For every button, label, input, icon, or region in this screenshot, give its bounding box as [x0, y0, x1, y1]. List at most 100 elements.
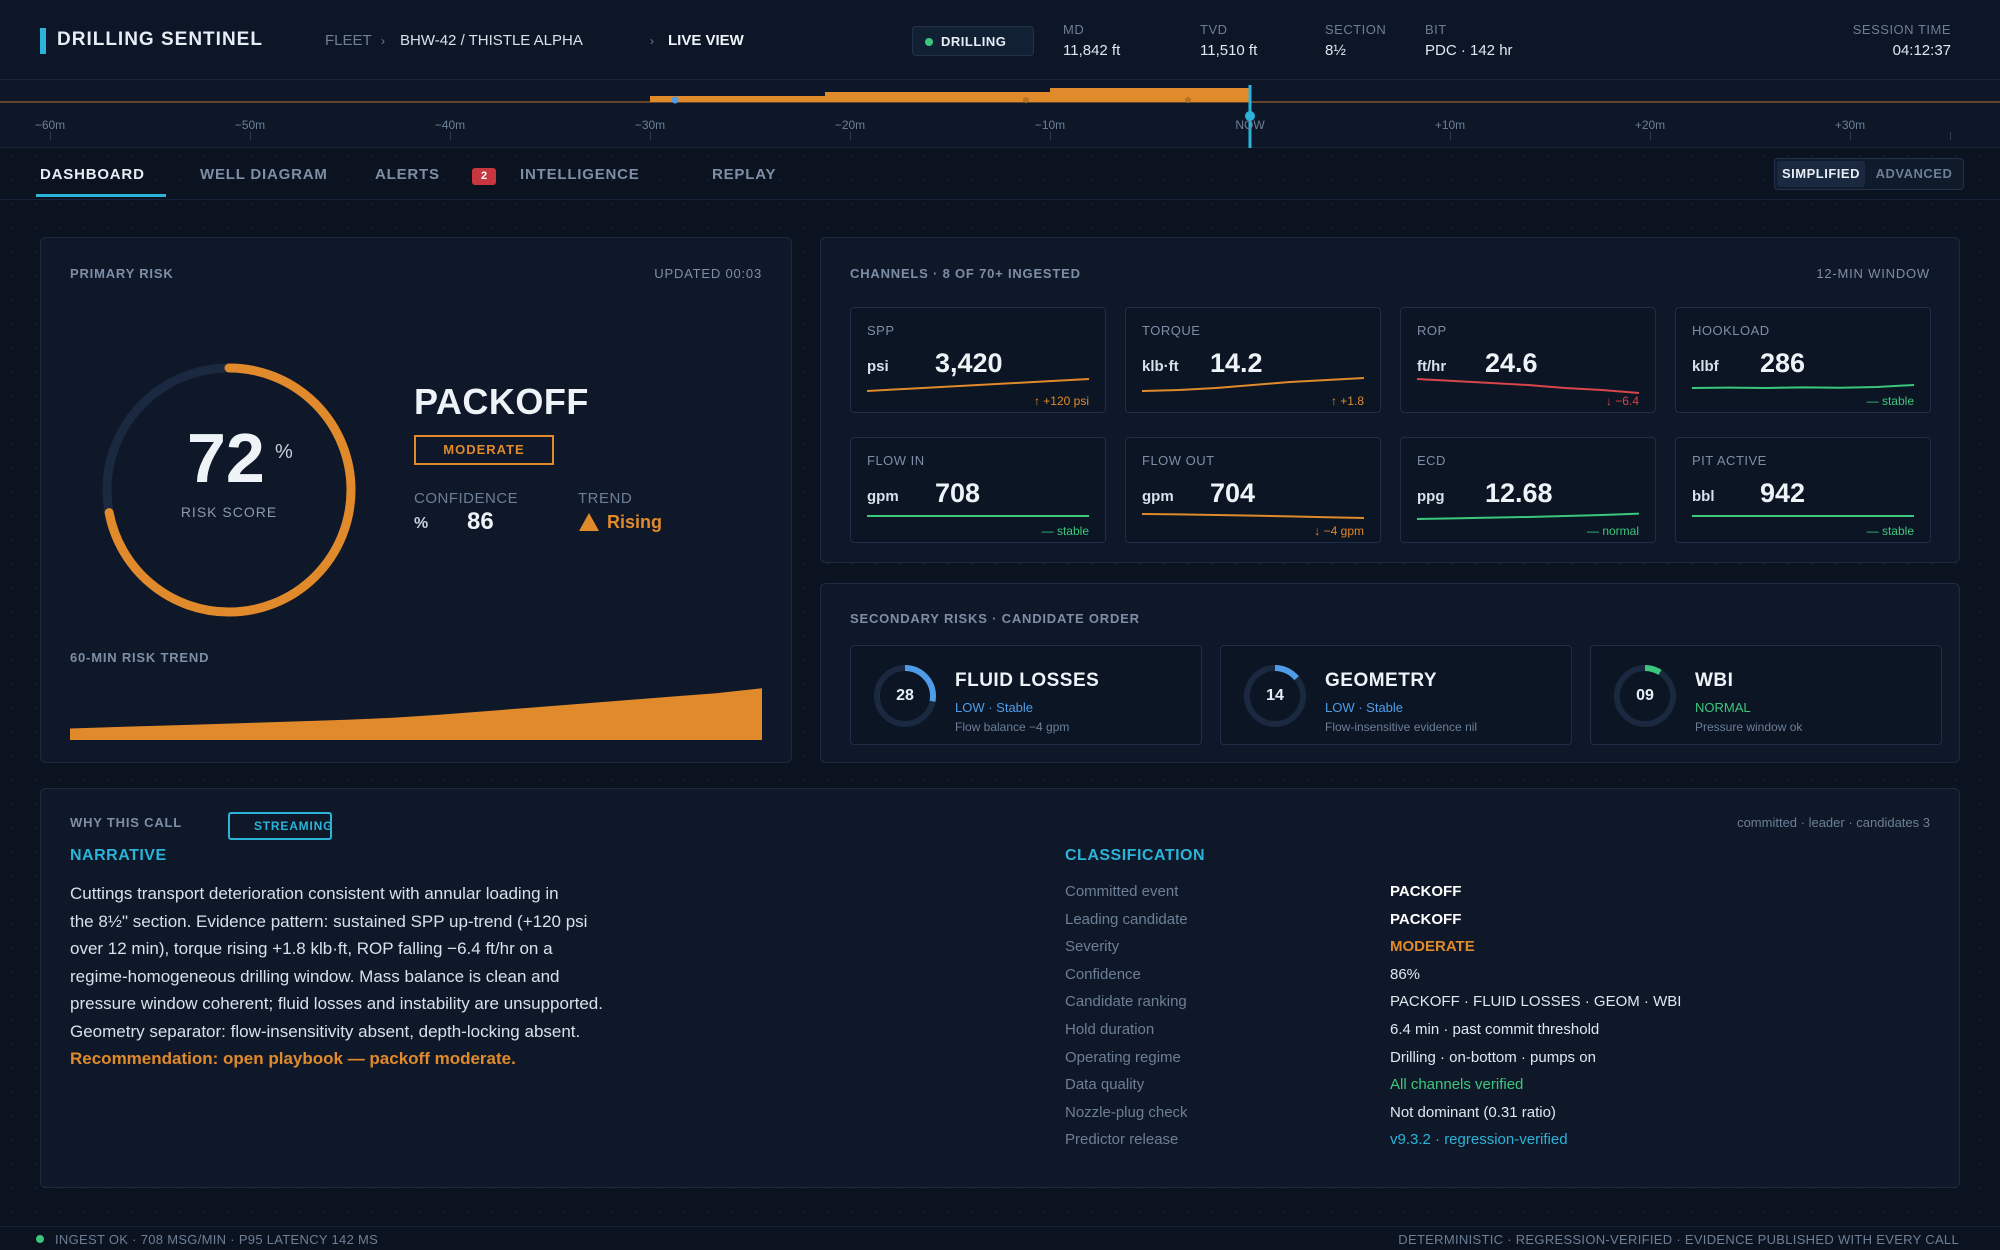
channel-card-ecd[interactable]: ECD ppg 12.68— normal: [1400, 437, 1656, 543]
streaming-text: STREAMING: [254, 819, 334, 833]
timeline-svg: [0, 85, 2000, 148]
classification-key: Nozzle-plug check: [1065, 1103, 1188, 1121]
recommendation-link[interactable]: Recommendation: open playbook — packoff …: [70, 1045, 670, 1073]
channel-card-torque[interactable]: TORQUE klb·ft 14.2 ↑ +1.8: [1125, 307, 1381, 413]
timeline-tick-label: −30m: [634, 118, 666, 132]
channel-sparkline: [867, 515, 1089, 517]
channel-unit: ft/hr: [1417, 358, 1447, 375]
classification-key: Hold duration: [1065, 1021, 1155, 1038]
channel-card-flow-in[interactable]: FLOW IN gpm 708— stable: [850, 437, 1106, 543]
timeline-tick: [850, 132, 851, 140]
channel-name: FLOW OUT: [1142, 453, 1215, 468]
timeline-event-marker[interactable]: [1023, 97, 1029, 103]
channel-sparkline: [867, 378, 1089, 392]
classification-value: PACKOFF: [1390, 910, 1462, 928]
timeline-event-marker[interactable]: [1185, 97, 1191, 103]
channels-window: 12-MIN WINDOW: [1816, 266, 1930, 281]
metric-label: MD: [1063, 22, 1085, 37]
sparkline-line: [1142, 377, 1364, 392]
confidence-unit: %: [414, 515, 429, 532]
sparkline-line: [1417, 512, 1639, 520]
mode-advanced-button[interactable]: ADVANCED: [1869, 161, 1959, 187]
risk-score-label: RISK SCORE: [180, 504, 278, 520]
timeline-activity-band: [650, 88, 1250, 102]
classification-value: PACKOFF · FLUID LOSSES · GEOM · WBI: [1390, 993, 1682, 1011]
narrative-line: the 8½" section. Evidence pattern: susta…: [70, 911, 588, 931]
narrative-line: over 12 min), torque rising +1.8 klb·ft,…: [70, 939, 553, 958]
live-view-label[interactable]: LIVE VIEW: [668, 32, 744, 49]
timeline-tick: [650, 132, 651, 140]
narrative-line: pressure window coherent; fluid losses a…: [70, 994, 603, 1013]
tab-alerts[interactable]: ALERTS: [375, 166, 440, 183]
view-mode-toggle: SIMPLIFIED ADVANCED: [1774, 158, 1964, 190]
risk-score-unit: %: [275, 441, 293, 463]
classification-value: PACKOFF: [1390, 883, 1462, 900]
trend-value: Rising: [607, 512, 663, 532]
timeline-tick: [1050, 132, 1051, 140]
risk-trend-label: 60-MIN RISK TREND: [70, 650, 210, 665]
secondary-risk-card-geometry[interactable]: 14 GEOMETRY LOW · Stable Flow-insensitive e…: [1220, 645, 1572, 745]
timeline-tick-label: −60m: [34, 118, 66, 132]
secondary-risk-evidence: Flow balance −4 gpm: [955, 720, 1070, 734]
mode-simplified-button[interactable]: SIMPLIFIED: [1777, 161, 1865, 187]
main-tabs: DASHBOARD WELL DIAGRAM ALERTS 2 INTELLIG…: [0, 148, 2000, 200]
channel-card-rop[interactable]: ROP ft/hr 24.6 ↓ −6.4: [1400, 307, 1656, 413]
timeline-tick-label: +20m: [1634, 118, 1666, 132]
narrative-title: NARRATIVE: [70, 847, 167, 864]
severity-badge: MODERATE: [414, 435, 554, 465]
classification-key: Predictor release: [1065, 1131, 1179, 1149]
classification-key: Severity: [1065, 938, 1120, 956]
timeline-tick: [1450, 132, 1451, 140]
breadcrumb-separator-icon: ›: [650, 34, 654, 48]
streaming-badge: STREAMING: [228, 812, 332, 840]
well-name[interactable]: BHW-42 / THISTLE ALPHA: [400, 32, 583, 49]
channel-sparkline: [1692, 384, 1914, 390]
call-meta: committed · leader · candidates 3: [1737, 815, 1930, 830]
breadcrumb-separator-icon: ›: [381, 34, 385, 48]
tab-well-diagram[interactable]: WELL DIAGRAM: [200, 166, 328, 183]
sparkline-line: [1417, 378, 1639, 394]
channel-card-spp[interactable]: SPP psi 3,420 ↑ +120 psi: [850, 307, 1106, 413]
secondary-risk-score: 09: [1636, 687, 1654, 704]
channel-card-pit-active[interactable]: PIT ACTIVE bbl 942— stable: [1675, 437, 1931, 543]
channel-sparkline: [1142, 377, 1364, 392]
confidence-value: 86: [467, 508, 494, 535]
channel-name: HOOKLOAD: [1692, 323, 1770, 338]
classification-key: Operating regime: [1065, 1048, 1181, 1066]
why-label: WHY THIS CALL: [70, 815, 182, 830]
channel-sparkline: [1417, 378, 1639, 394]
metric-bit: BIT PDC · 142 hr: [1425, 22, 1513, 59]
brand-accent-bar: [40, 28, 46, 54]
timeline-tick-label: −50m: [234, 118, 266, 132]
metric-value: 11,842 ft: [1063, 42, 1121, 59]
timeline-tick: [1950, 132, 1951, 140]
secondary-risks-title: SECONDARY RISKS · CANDIDATE ORDER: [850, 611, 1140, 626]
timeline-tick-label: −40m: [434, 118, 466, 132]
depth-timeline[interactable]: −60m −50m −40m −30m −20m −10m NOW +10m +…: [0, 80, 2000, 148]
metric-label: SECTION: [1325, 22, 1387, 37]
classification-value: 6.4 min · past commit threshold: [1390, 1021, 1600, 1038]
timeline-event-marker[interactable]: [671, 96, 679, 104]
timeline-tick: [50, 132, 51, 140]
fleet-label[interactable]: FLEET: [325, 32, 372, 49]
channel-sparkline: [1692, 515, 1914, 517]
tab-dashboard[interactable]: DASHBOARD: [40, 166, 145, 183]
channel-card-flow-out[interactable]: FLOW OUT gpm 704 ↓ −4 gpm: [1125, 437, 1381, 543]
channel-unit: gpm: [1142, 488, 1174, 505]
channel-card-hookload[interactable]: HOOKLOAD klbf 286— stable: [1675, 307, 1931, 413]
narrative-line: Geometry separator: flow-insensitivity a…: [70, 1021, 581, 1041]
ingest-status-text: INGEST OK · 708 MSG/MIN · P95 LATENCY 14…: [55, 1232, 379, 1247]
tab-intelligence[interactable]: INTELLIGENCE: [520, 166, 640, 183]
tab-replay[interactable]: REPLAY: [712, 166, 776, 183]
footer-assurance-text: DETERMINISTIC · REGRESSION-VERIFIED · EV…: [1398, 1232, 1959, 1247]
secondary-risk-card-fluid-losses[interactable]: 28 FLUID LOSSES LOW · Stable Flow balance −…: [850, 645, 1202, 745]
rig-status-text: DRILLING: [941, 34, 1007, 49]
session-time-value: 04:12:37: [1892, 42, 1951, 59]
channels-title: CHANNELS · 8 OF 70+ INGESTED: [850, 266, 1081, 281]
channel-unit: klb·ft: [1142, 358, 1179, 375]
classification-value: All channels verified: [1390, 1076, 1524, 1094]
trend-label: TREND: [578, 490, 633, 507]
classification-value: Drilling · on-bottom · pumps on: [1390, 1048, 1596, 1066]
channel-name: ROP: [1417, 323, 1447, 338]
secondary-risk-card-wbi[interactable]: 09 WBI NORMAL Pressure window ok: [1590, 645, 1942, 745]
